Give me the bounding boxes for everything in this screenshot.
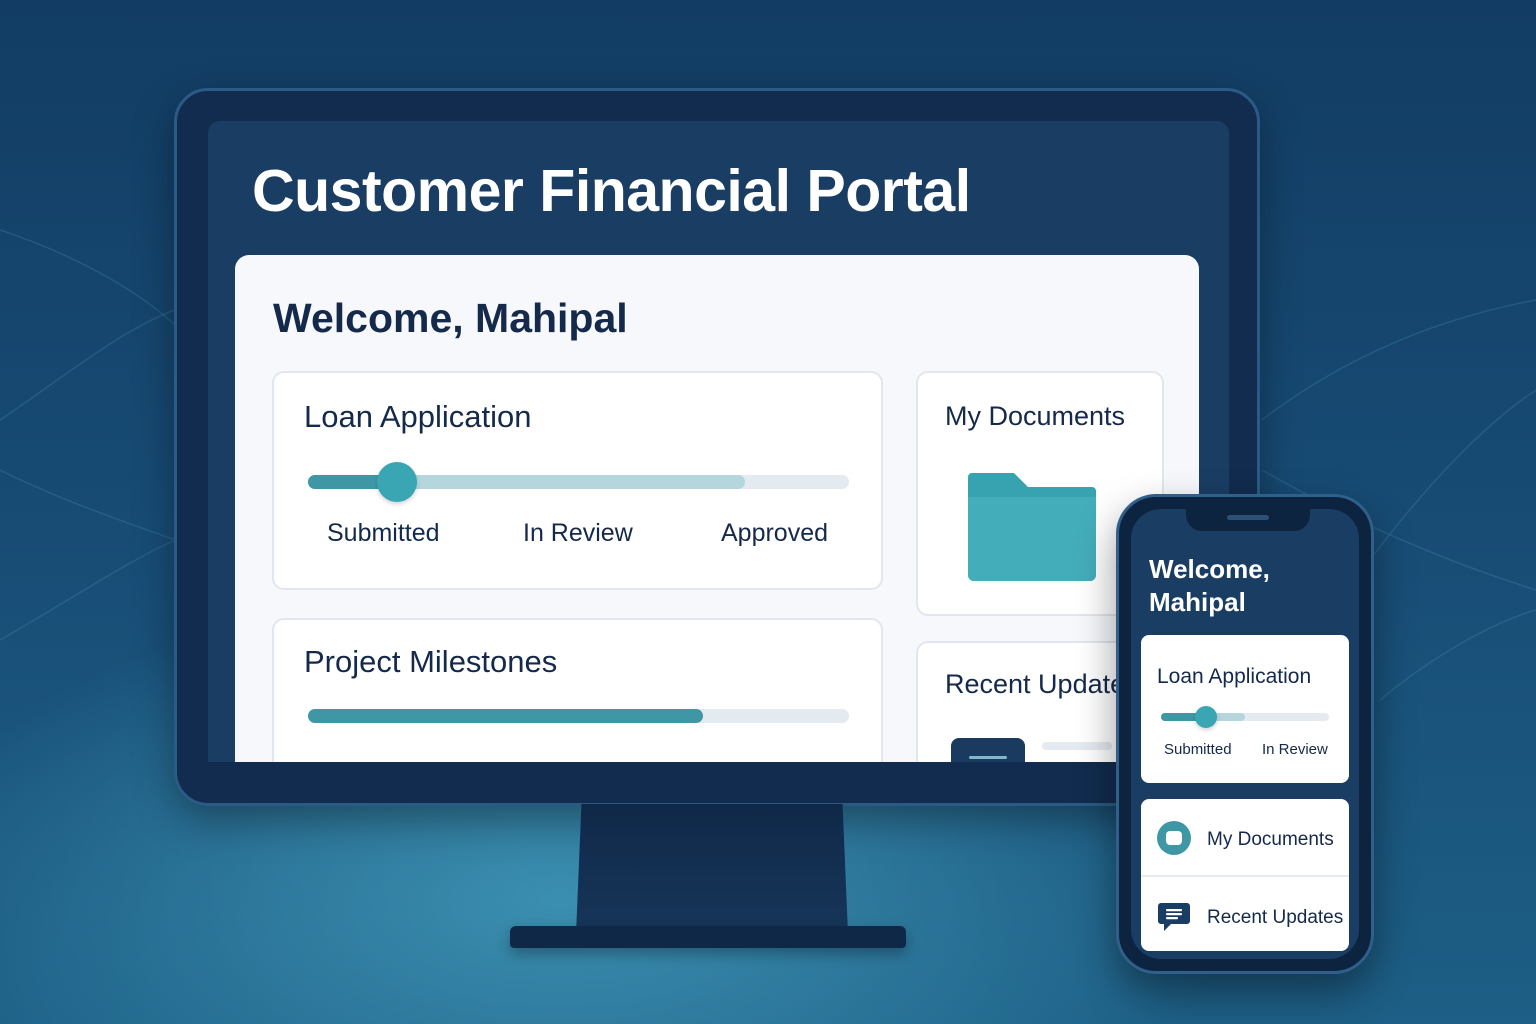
placeholder-bar xyxy=(1042,742,1112,750)
mobile-loan-progress-handle[interactable] xyxy=(1195,706,1217,728)
mobile-menu-card: My Documents Recent Updates xyxy=(1141,799,1349,951)
mobile-step-in-review: In Review xyxy=(1262,741,1328,758)
monitor-stand xyxy=(576,804,848,934)
mobile-screen: Welcome, Mahipal Loan Application Submit… xyxy=(1131,509,1359,959)
mobile-loan-application-title: Loan Application xyxy=(1157,665,1312,688)
menu-icon[interactable] xyxy=(951,738,1025,762)
project-milestones-card[interactable]: Project Milestones xyxy=(272,618,883,762)
mobile-loan-application-card[interactable]: Loan Application Submitted In Review xyxy=(1141,635,1349,783)
phone-frame: Welcome, Mahipal Loan Application Submit… xyxy=(1116,494,1374,974)
mobile-menu-documents-label: My Documents xyxy=(1207,829,1334,850)
desktop-screen: Customer Financial Portal Welcome, Mahip… xyxy=(208,121,1229,762)
folder-icon xyxy=(968,473,1096,581)
mobile-menu-item-documents[interactable]: My Documents xyxy=(1141,799,1349,877)
project-milestones-title: Project Milestones xyxy=(304,644,558,679)
step-submitted: Submitted xyxy=(327,519,440,547)
mobile-welcome-heading: Welcome, Mahipal xyxy=(1149,553,1349,619)
recent-updates-title: Recent Update xyxy=(945,669,1126,699)
chat-icon xyxy=(1158,903,1190,931)
mobile-step-submitted: Submitted xyxy=(1164,741,1232,758)
mobile-welcome-line2: Mahipal xyxy=(1149,587,1246,617)
step-approved: Approved xyxy=(721,519,829,547)
milestones-progress-fill xyxy=(308,709,703,723)
mobile-menu-updates-label: Recent Updates xyxy=(1207,907,1344,928)
monitor-stand-base xyxy=(510,926,906,948)
mobile-welcome-line1: Welcome, xyxy=(1149,554,1270,584)
loan-application-card[interactable]: Loan Application Submitted In Review App… xyxy=(272,371,883,590)
dashboard-panel: Welcome, Mahipal Loan Application Submit… xyxy=(235,255,1199,762)
page-title: Customer Financial Portal xyxy=(252,158,971,224)
phone-notch xyxy=(1186,509,1310,531)
my-documents-title: My Documents xyxy=(945,401,1126,431)
welcome-heading: Welcome, Mahipal xyxy=(273,295,628,341)
scene-background: Customer Financial Portal Welcome, Mahip… xyxy=(0,0,1536,1024)
loan-progress-handle[interactable] xyxy=(377,462,417,502)
loan-application-title: Loan Application xyxy=(304,399,532,434)
step-in-review: In Review xyxy=(523,519,633,547)
phone-speaker xyxy=(1227,515,1269,520)
mobile-menu-item-updates[interactable]: Recent Updates xyxy=(1141,879,1349,951)
document-icon xyxy=(1157,821,1191,855)
